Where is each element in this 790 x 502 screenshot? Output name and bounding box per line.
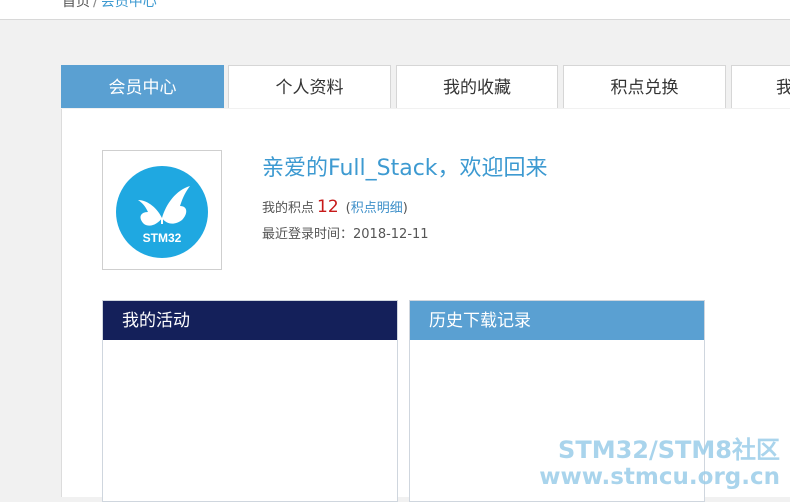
- download-history-title: 历史下载记录: [410, 301, 704, 340]
- tab-my-more[interactable]: 我: [731, 65, 790, 108]
- breadcrumb: 首页 / 会员中心: [62, 0, 157, 11]
- points-value: 12: [317, 197, 339, 217]
- top-bar: 首页 / 会员中心: [0, 0, 790, 20]
- avatar[interactable]: STM32: [102, 150, 222, 270]
- points-detail-close-paren: ): [402, 201, 408, 216]
- tab-points-exchange[interactable]: 积点兑换: [563, 65, 726, 108]
- my-activity-title: 我的活动: [103, 301, 397, 340]
- member-tabs: 会员中心 个人资料 我的收藏 积点兑换 我: [61, 65, 790, 109]
- tab-profile[interactable]: 个人资料: [228, 65, 391, 108]
- avatar-text: STM32: [143, 231, 182, 245]
- last-login-row: 最近登录时间：2018-12-11: [262, 223, 429, 242]
- points-row: 我的积点 12 (积点明细): [262, 197, 408, 217]
- watermark-line2: www.stmcu.org.cn: [539, 464, 780, 490]
- site-watermark: STM32/STM8社区 www.stmcu.org.cn: [539, 436, 780, 490]
- my-activity-panel: 我的活动: [102, 300, 398, 502]
- breadcrumb-current[interactable]: 会员中心: [101, 0, 157, 10]
- tab-member-center[interactable]: 会员中心: [61, 65, 224, 108]
- breadcrumb-home[interactable]: 首页: [62, 0, 90, 10]
- points-detail-link[interactable]: 积点明细: [351, 201, 403, 216]
- breadcrumb-separator: /: [93, 0, 98, 10]
- watermark-line1: STM32/STM8社区: [558, 436, 780, 464]
- tab-favorites[interactable]: 我的收藏: [396, 65, 558, 108]
- points-label: 我的积点: [262, 201, 315, 216]
- last-login-label: 最近登录时间：: [262, 227, 354, 242]
- welcome-heading: 亲爱的Full_Stack，欢迎回来: [262, 156, 548, 181]
- butterfly-logo-icon: STM32: [138, 186, 190, 245]
- last-login-value: 2018-12-11: [353, 227, 429, 242]
